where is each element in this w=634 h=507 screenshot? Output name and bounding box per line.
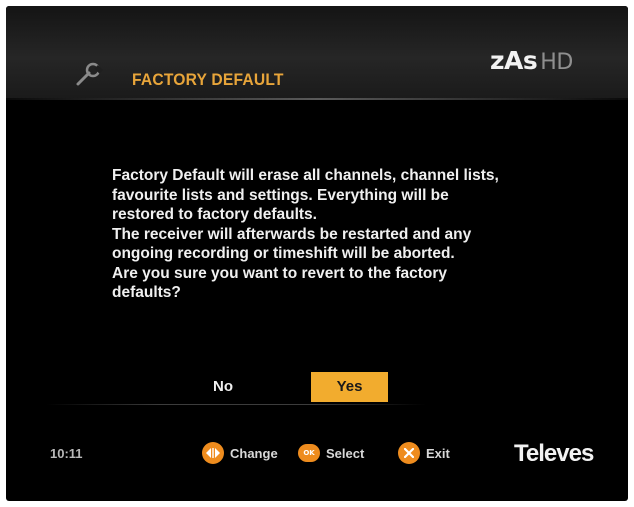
hint-change-label: Change — [230, 445, 278, 461]
brand-logo-suffix: HD — [540, 50, 573, 75]
header-bar: FACTORY DEFAULT zAs HD — [6, 6, 628, 100]
hint-change: Change — [202, 442, 278, 464]
header-divider — [6, 98, 628, 100]
yes-button[interactable]: Yes — [311, 372, 388, 402]
ok-icon: OK — [298, 444, 320, 462]
brand-logo: zAs HD — [490, 46, 573, 75]
left-right-arrow-icon — [202, 442, 224, 464]
hint-exit: Exit — [398, 442, 450, 464]
brand-logo-name: zAs — [490, 46, 538, 75]
dialog-message: Factory Default will erase all channels,… — [112, 166, 582, 303]
no-button[interactable]: No — [168, 372, 278, 402]
wrench-icon — [76, 62, 103, 86]
message-line: favourite lists and settings. Everything… — [112, 186, 449, 204]
message-line: restored to factory defaults. — [112, 206, 317, 223]
exit-cross-icon — [398, 442, 420, 464]
tv-screen: FACTORY DEFAULT zAs HD Factory Default wi… — [6, 6, 628, 501]
footer-brand-logo: Televes — [514, 440, 594, 467]
message-line: Factory Default will erase all channels,… — [112, 167, 499, 184]
message-line: defaults? — [112, 284, 181, 301]
page-title: FACTORY DEFAULT — [132, 70, 284, 89]
clock: 10:11 — [50, 446, 83, 461]
hint-select-label: Select — [326, 445, 365, 461]
message-line: Are you sure you want to revert to the f… — [112, 264, 448, 282]
hint-exit-label: Exit — [426, 445, 450, 461]
message-line: The receiver will afterwards be restarte… — [112, 225, 472, 243]
message-line: ongoing recording or timeshift will be a… — [112, 245, 455, 262]
hint-select: OK Select — [298, 442, 364, 464]
dialog-divider — [46, 404, 426, 405]
